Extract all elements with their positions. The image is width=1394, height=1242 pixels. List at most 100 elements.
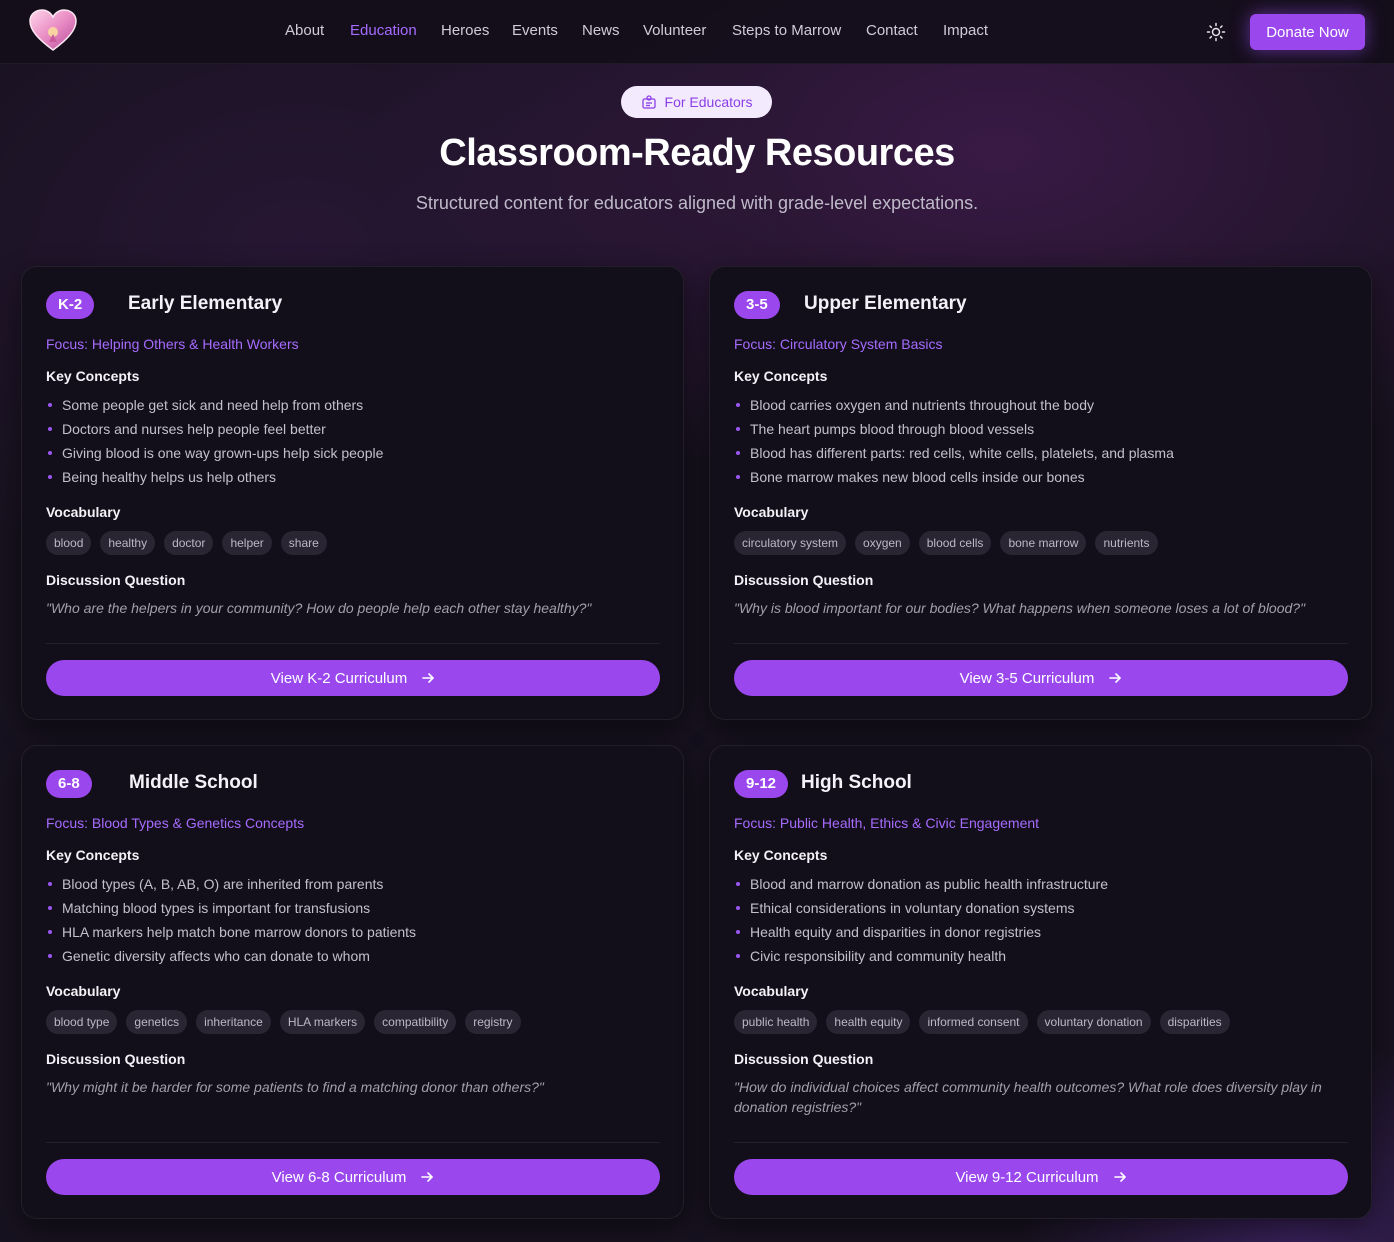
- donate-now-button[interactable]: Donate Now: [1250, 14, 1365, 50]
- grade-card-9-12: 9-12 High School Focus: Public Health, E…: [709, 745, 1372, 1219]
- discussion-heading: Discussion Question: [734, 1051, 874, 1067]
- vocab-chip: nutrients: [1095, 531, 1158, 555]
- grade-card-6-8: 6-8 Middle School Focus: Blood Types & G…: [21, 745, 684, 1219]
- card-divider: [46, 1142, 660, 1143]
- vocab-chip: disparities: [1159, 1010, 1230, 1034]
- nav-item-heroes[interactable]: Heroes: [441, 22, 489, 39]
- educator-icon: [641, 95, 656, 109]
- nav-item-news[interactable]: News: [582, 22, 620, 39]
- vocab-chip: voluntary donation: [1036, 1010, 1151, 1034]
- card-focus: Focus: Circulatory System Basics: [734, 336, 943, 352]
- vocab-chip: oxygen: [855, 531, 910, 555]
- arrow-right-icon: [1113, 1172, 1126, 1182]
- discussion-question: "How do individual choices affect commun…: [734, 1079, 1322, 1115]
- concept-item: Blood carries oxygen and nutrients throu…: [734, 394, 1174, 418]
- view-curriculum-button[interactable]: View 3-5 Curriculum: [734, 660, 1348, 696]
- card-title: Early Elementary: [128, 293, 283, 314]
- vocabulary-chips: circulatory system oxygen blood cells bone …: [734, 531, 1158, 555]
- nav-item-steps-to-marrow[interactable]: Steps to Marrow: [732, 22, 841, 39]
- key-concepts-list: Blood carries oxygen and nutrients throu…: [734, 394, 1174, 490]
- discussion-question: "Why might it be harder for some patient…: [46, 1079, 544, 1095]
- concept-item: Blood and marrow donation as public heal…: [734, 873, 1108, 897]
- view-curriculum-button[interactable]: View K-2 Curriculum: [46, 660, 660, 696]
- nav-item-contact[interactable]: Contact: [866, 22, 918, 39]
- vocab-chip: genetics: [126, 1010, 188, 1034]
- sun-icon[interactable]: [1205, 21, 1227, 43]
- grade-level-badge: K-2: [46, 291, 95, 319]
- vocabulary-heading: Vocabulary: [46, 983, 121, 999]
- grade-level-badge: 6-8: [46, 770, 92, 798]
- concept-item: HLA markers help match bone marrow donor…: [46, 921, 416, 945]
- main-nav: About Education Heroes Events News Volun…: [0, 0, 1394, 64]
- concept-item: Doctors and nurses help people feel bett…: [46, 418, 383, 442]
- page-title: Classroom-Ready Resources: [439, 132, 955, 174]
- badge-label: For Educators: [664, 94, 753, 110]
- nav-item-about[interactable]: About: [285, 22, 324, 39]
- for-educators-badge: For Educators: [621, 86, 772, 118]
- card-divider: [46, 643, 660, 644]
- vocabulary-chips: public health health equity informed conse…: [734, 1010, 1230, 1034]
- key-concepts-heading: Key Concepts: [734, 847, 828, 863]
- card-divider: [734, 643, 1348, 644]
- vocab-chip: blood type: [46, 1010, 118, 1034]
- concept-item: Ethical considerations in voluntary dona…: [734, 897, 1108, 921]
- vocab-chip: inheritance: [196, 1010, 271, 1034]
- vocab-chip: circulatory system: [734, 531, 847, 555]
- vocab-chip: bone marrow: [1000, 531, 1087, 555]
- vocab-chip: blood cells: [918, 531, 992, 555]
- vocab-chip: share: [280, 531, 327, 555]
- view-curriculum-button[interactable]: View 6-8 Curriculum: [46, 1159, 660, 1195]
- vocab-chip: health equity: [826, 1010, 911, 1034]
- vocabulary-chips: blood type genetics inheritance HLA markers…: [46, 1010, 521, 1034]
- vocabulary-chips: blood healthy doctor helper share: [46, 531, 327, 555]
- concept-item: Bone marrow makes new blood cells inside…: [734, 466, 1174, 490]
- nav-item-education[interactable]: Education: [350, 22, 417, 39]
- vocab-chip: compatibility: [374, 1010, 457, 1034]
- arrow-right-icon: [422, 673, 435, 683]
- vocab-chip: public health: [734, 1010, 818, 1034]
- view-curriculum-button[interactable]: View 9-12 Curriculum: [734, 1159, 1348, 1195]
- card-title: Middle School: [129, 772, 258, 793]
- arrow-right-icon: [421, 1172, 434, 1182]
- view-curriculum-label: View 3-5 Curriculum: [959, 669, 1095, 687]
- concept-item: Blood has different parts: red cells, wh…: [734, 442, 1174, 466]
- discussion-heading: Discussion Question: [734, 572, 874, 588]
- nav-item-volunteer[interactable]: Volunteer: [643, 22, 706, 39]
- card-divider: [734, 1142, 1348, 1143]
- discussion-question: "Why is blood important for our bodies? …: [734, 600, 1306, 616]
- vocab-chip: informed consent: [919, 1010, 1028, 1034]
- concept-item: The heart pumps blood through blood vess…: [734, 418, 1174, 442]
- nav-item-impact[interactable]: Impact: [943, 22, 988, 39]
- page-subtitle: Structured content for educators aligned…: [415, 193, 979, 213]
- card-title: High School: [801, 772, 912, 793]
- vocab-chip: blood: [46, 531, 92, 555]
- vocab-chip: helper: [222, 531, 272, 555]
- concept-item: Being healthy helps us help others: [46, 466, 383, 490]
- concept-item: Giving blood is one way grown-ups help s…: [46, 442, 383, 466]
- grade-card-k-2: K-2 Early Elementary Focus: Helping Othe…: [21, 266, 684, 720]
- key-concepts-heading: Key Concepts: [734, 368, 828, 384]
- card-focus: Focus: Blood Types & Genetics Concepts: [46, 815, 305, 831]
- discussion-heading: Discussion Question: [46, 1051, 186, 1067]
- discussion-heading: Discussion Question: [46, 572, 186, 588]
- concept-item: Some people get sick and need help from …: [46, 394, 383, 418]
- key-concepts-heading: Key Concepts: [46, 368, 140, 384]
- view-curriculum-label: View 9-12 Curriculum: [955, 1168, 1099, 1186]
- vocab-chip: HLA markers: [279, 1010, 366, 1034]
- vocab-chip: doctor: [164, 531, 214, 555]
- grade-level-badge: 3-5: [734, 291, 780, 319]
- nav-item-events[interactable]: Events: [512, 22, 558, 39]
- grade-level-badge: 9-12: [734, 770, 789, 798]
- view-curriculum-label: View K-2 Curriculum: [270, 669, 408, 687]
- top-navigation-bar: About Education Heroes Events News Volun…: [0, 0, 1394, 64]
- vocabulary-heading: Vocabulary: [734, 504, 809, 520]
- concept-item: Health equity and disparities in donor r…: [734, 921, 1108, 945]
- vocab-chip: healthy: [100, 531, 156, 555]
- discussion-question: "Who are the helpers in your community? …: [46, 600, 592, 616]
- vocabulary-heading: Vocabulary: [46, 504, 121, 520]
- card-title: Upper Elementary: [804, 293, 967, 314]
- key-concepts-list: Blood types (A, B, AB, O) are inherited …: [46, 873, 416, 969]
- concept-item: Blood types (A, B, AB, O) are inherited …: [46, 873, 416, 897]
- key-concepts-list: Blood and marrow donation as public heal…: [734, 873, 1108, 969]
- vocabulary-heading: Vocabulary: [734, 983, 809, 999]
